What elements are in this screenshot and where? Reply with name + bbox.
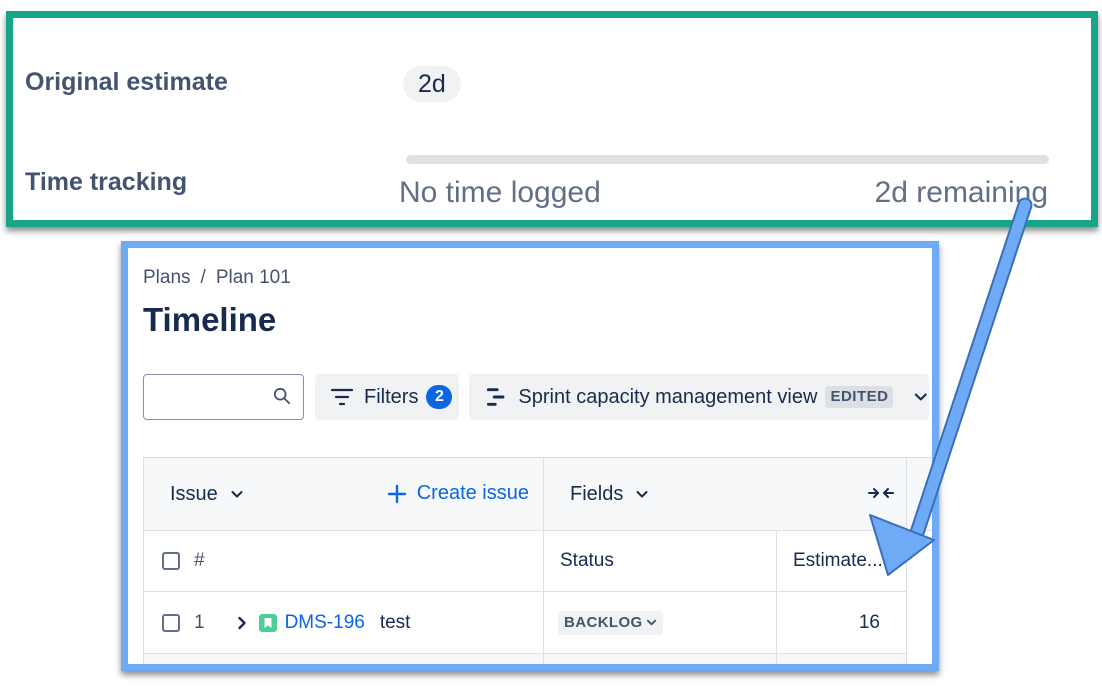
table-row[interactable]: 1 DMS-196 test [144, 592, 544, 654]
select-all-checkbox[interactable] [162, 552, 180, 570]
estimate-cell-partial [777, 654, 907, 664]
row-number: 1 [194, 611, 205, 633]
estimate-value: 16 [858, 611, 880, 633]
chevron-down-icon[interactable] [230, 487, 244, 501]
issue-column-header: Issue Create issue [144, 458, 544, 531]
edited-badge: EDITED [825, 386, 894, 408]
create-issue-label: Create issue [416, 482, 529, 504]
number-column-header: # [144, 531, 544, 592]
search-icon [273, 387, 291, 405]
estimate-header: Estimate... [793, 550, 883, 571]
estimate-cell[interactable]: 16 [777, 592, 907, 654]
time-logged-text: No time logged [399, 176, 601, 209]
breadcrumb-plans[interactable]: Plans [143, 267, 191, 288]
status-cell: BACKLOG [544, 592, 777, 654]
table-row-partial [144, 654, 544, 664]
filter-icon [330, 388, 354, 406]
chevron-down-icon [646, 619, 656, 626]
time-remaining-text: 2d remaining [874, 176, 1048, 209]
view-icon [486, 388, 505, 406]
estimate-column-header[interactable]: Estimate... [777, 531, 907, 592]
page-title: Timeline [143, 301, 277, 338]
view-selector-button[interactable]: Sprint capacity management view EDITED [469, 374, 929, 420]
issue-summary[interactable]: test [380, 612, 411, 634]
chevron-down-icon [915, 393, 928, 401]
breadcrumb-plan-101[interactable]: Plan 101 [216, 267, 291, 288]
fields-column-header: Fields [544, 458, 907, 531]
status-header: Status [560, 550, 614, 571]
number-header: # [194, 550, 205, 571]
view-label: Sprint capacity management view [518, 385, 818, 408]
breadcrumb: Plans / Plan 101 [143, 267, 291, 289]
time-tracking-bar[interactable] [406, 155, 1049, 164]
story-icon [258, 613, 277, 632]
collapse-columns-icon[interactable] [868, 484, 894, 502]
plan-timeline-panel: Plans / Plan 101 Timeline Filters 2 Sprint… [121, 241, 939, 671]
status-dropdown[interactable]: BACKLOG [558, 610, 663, 635]
filters-button[interactable]: Filters 2 [315, 374, 459, 420]
chevron-right-icon[interactable] [235, 616, 249, 630]
timeline-table: Issue Create issue Fields # Status Estim… [143, 457, 932, 664]
original-estimate-label: Original estimate [25, 68, 228, 96]
status-value: BACKLOG [564, 614, 643, 631]
search-input[interactable] [152, 377, 272, 417]
chevron-down-icon[interactable] [635, 487, 649, 501]
fields-header-dropdown[interactable]: Fields [570, 483, 623, 506]
plus-icon [387, 484, 406, 503]
time-tracking-label: Time tracking [25, 168, 188, 196]
original-estimate-value[interactable]: 2d [403, 66, 461, 102]
create-issue-button[interactable]: Create issue [387, 482, 529, 505]
header-filler [907, 458, 932, 531]
row-checkbox[interactable] [162, 613, 180, 632]
issue-details-panel: Original estimate 2d Time tracking No ti… [6, 11, 1098, 227]
search-box[interactable] [143, 374, 304, 420]
status-cell-partial [544, 654, 777, 664]
issue-key-link[interactable]: DMS-196 [285, 612, 365, 634]
breadcrumb-separator: / [200, 267, 206, 288]
filters-count-badge: 2 [426, 385, 453, 409]
issue-header-dropdown[interactable]: Issue [170, 483, 218, 506]
filters-label: Filters [364, 385, 419, 408]
status-column-header[interactable]: Status [544, 531, 777, 592]
